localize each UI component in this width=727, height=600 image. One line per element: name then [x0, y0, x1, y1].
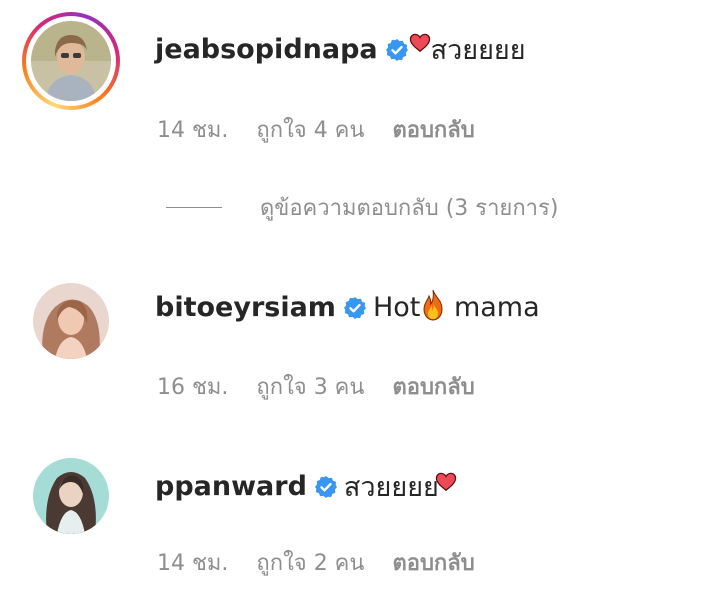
comment-text: mama: [445, 292, 540, 323]
comment-item: bitoeyrsiam Hot mama 16 ชม. ถูกใจ 3 คน ต…: [0, 270, 727, 410]
reply-button[interactable]: ตอบกลับ: [392, 545, 474, 580]
username-link[interactable]: jeabsopidnapa: [155, 34, 378, 65]
username-link[interactable]: ppanward: [155, 471, 307, 502]
view-replies-label: ดูข้อความตอบกลับ (3 รายการ): [260, 196, 559, 221]
like-count[interactable]: ถูกใจ 3 คน: [256, 369, 364, 404]
verified-badge-icon: [343, 296, 366, 319]
verified-badge-icon: [385, 38, 408, 61]
comment-timestamp[interactable]: 14 ชม.: [157, 112, 228, 147]
username-link[interactable]: bitoeyrsiam: [155, 292, 336, 323]
comment-meta: 14 ชม. ถูกใจ 4 คน ตอบกลับ: [157, 112, 475, 147]
avatar[interactable]: [33, 458, 109, 534]
comment-timestamp[interactable]: 14 ชม.: [157, 545, 228, 580]
reply-button[interactable]: ตอบกลับ: [392, 112, 474, 147]
red-heart-icon: [435, 472, 457, 491]
comment-line: jeabsopidnapa สวยยยย: [155, 28, 526, 71]
comment-line: bitoeyrsiam Hot mama: [155, 289, 540, 323]
reply-button[interactable]: ตอบกลับ: [392, 369, 474, 404]
avatar[interactable]: [33, 283, 109, 359]
comment-meta: 14 ชม. ถูกใจ 2 คน ตอบกลับ: [157, 545, 475, 580]
fire-icon: [423, 289, 443, 321]
view-replies-button[interactable]: ดูข้อความตอบกลับ (3 รายการ): [166, 190, 558, 225]
avatar[interactable]: [31, 21, 111, 101]
avatar-image: [33, 283, 109, 359]
comment-line: ppanward สวยยยย: [155, 465, 457, 508]
comment-text: สวยยยย: [430, 35, 526, 66]
comment-text: Hot: [372, 292, 421, 323]
avatar-image: [33, 458, 109, 534]
verified-badge-icon: [314, 475, 337, 498]
like-count[interactable]: ถูกใจ 2 คน: [256, 545, 364, 580]
comment-item: ppanward สวยยยย 14 ชม. ถูกใจ 2 คน ตอบกลั…: [0, 445, 727, 595]
red-heart-icon: [409, 33, 430, 52]
comment-item: jeabsopidnapa สวยยยย 14 ชม. ถูกใจ 4 คน ต…: [0, 0, 727, 170]
like-count[interactable]: ถูกใจ 4 คน: [256, 112, 364, 147]
view-replies-divider: [166, 207, 222, 208]
comment-timestamp[interactable]: 16 ชม.: [157, 369, 228, 404]
avatar-image: [31, 21, 111, 101]
comment-meta: 16 ชม. ถูกใจ 3 คน ตอบกลับ: [157, 369, 475, 404]
comment-text: สวยยยย: [343, 472, 439, 503]
